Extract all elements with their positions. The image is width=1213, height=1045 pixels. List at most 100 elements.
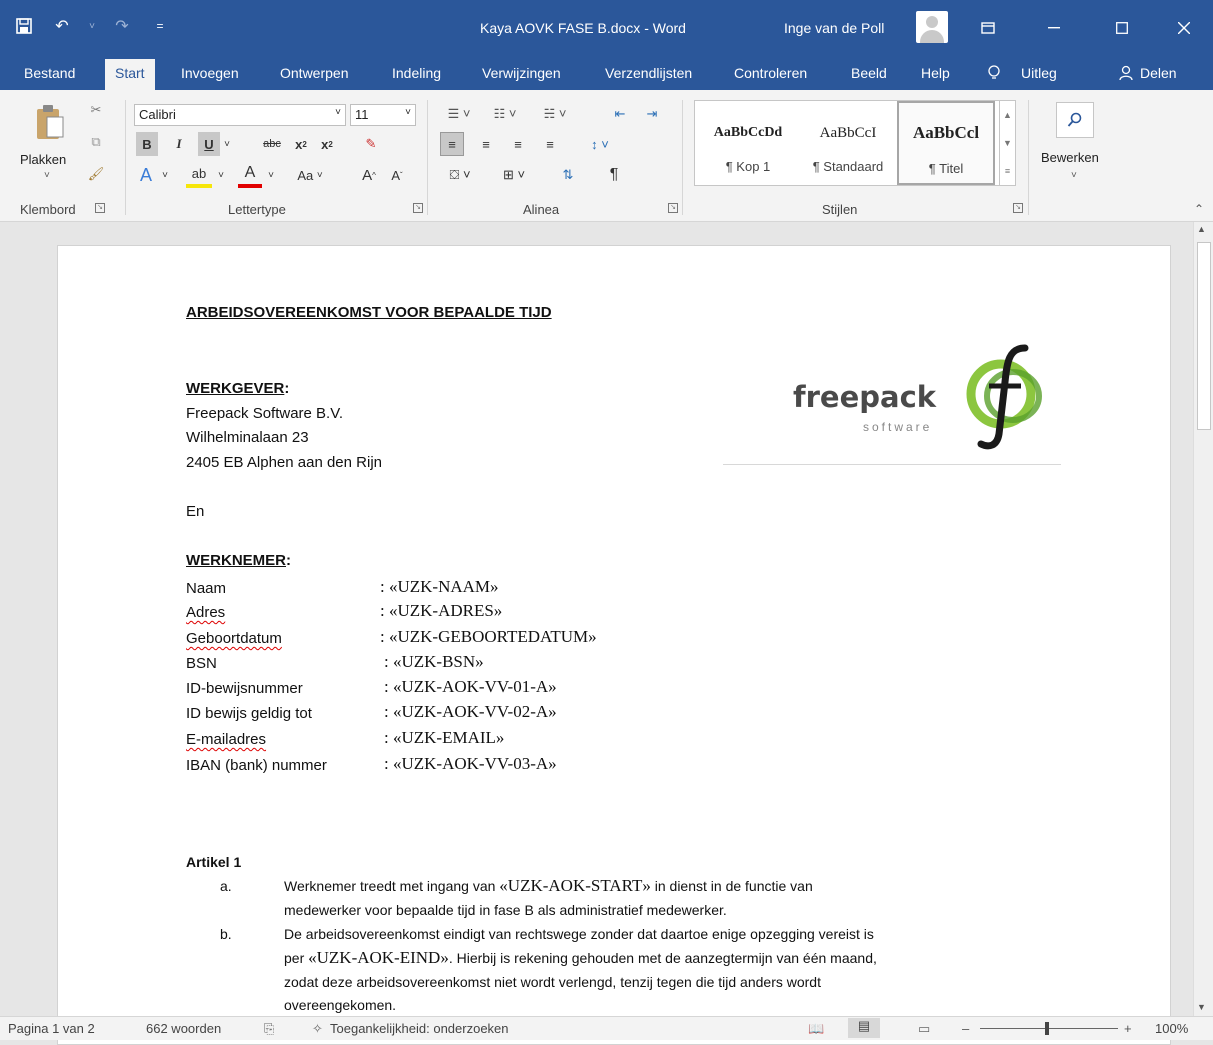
lightbulb-icon[interactable] <box>987 65 1001 84</box>
tab-indeling[interactable]: Indeling <box>392 65 441 81</box>
chevron-down-icon[interactable]: ˅ <box>222 132 232 156</box>
avatar[interactable] <box>916 11 948 43</box>
chevron-down-icon[interactable]: ˅ <box>1071 170 1077 181</box>
scroll-down-icon[interactable]: ▼ <box>1197 1002 1206 1012</box>
style-kop-1[interactable]: AaBbCcDd ¶ Kop 1 <box>699 101 797 185</box>
multilevel-list-icon[interactable]: ☵ ˅ <box>532 102 578 126</box>
line-spacing-icon[interactable]: ↕ ˅ <box>580 132 620 156</box>
italic-icon[interactable]: I <box>168 132 190 156</box>
cut-icon[interactable]: ✂ <box>86 100 106 120</box>
borders-icon[interactable]: ⊞ ˅ <box>494 162 534 188</box>
format-painter-icon[interactable]: 🖌 <box>86 164 106 184</box>
align-left-icon[interactable]: ≡ <box>440 132 464 156</box>
dialog-launcher-icon[interactable]: ↘ <box>413 203 423 213</box>
align-center-icon[interactable]: ≡ <box>474 132 498 156</box>
read-mode-icon[interactable]: 📖 <box>808 1021 824 1037</box>
style-standaard[interactable]: AaBbCcI ¶ Standaard <box>799 101 897 185</box>
tab-bestand[interactable]: Bestand <box>24 65 75 81</box>
styles-scroll[interactable]: ▲ ▼ ≡ <box>999 101 1015 185</box>
clear-formatting-icon[interactable]: ✎ <box>360 132 382 156</box>
tab-invoegen[interactable]: Invoegen <box>181 65 239 81</box>
bold-icon[interactable]: B <box>136 132 158 156</box>
tab-start[interactable]: Start <box>105 59 155 90</box>
article-text: per <box>284 950 309 966</box>
undo-icon[interactable]: ↶ <box>50 14 74 38</box>
underline-icon[interactable]: U <box>198 132 220 156</box>
shading-icon[interactable]: ⛋ ˅ <box>440 162 480 188</box>
web-layout-icon[interactable]: ▭ <box>918 1021 930 1037</box>
accessibility-icon[interactable]: ✧ <box>312 1021 323 1037</box>
chevron-down-icon[interactable]: ˅ <box>266 162 276 188</box>
grow-font-icon[interactable]: A ^ <box>358 162 380 188</box>
save-icon[interactable] <box>12 14 36 38</box>
tab-verwijzingen[interactable]: Verwijzingen <box>482 65 561 81</box>
font-size-input[interactable]: 11 ˅ <box>350 104 416 126</box>
tab-help[interactable]: Help <box>921 65 950 81</box>
employer-line: Freepack Software B.V. <box>186 405 344 422</box>
decrease-indent-icon[interactable]: ⇤ <box>608 102 632 126</box>
change-case-button[interactable]: Aa ˅ <box>292 162 328 188</box>
accessibility-status[interactable]: Toegankelijkheid: onderzoeken <box>330 1021 509 1036</box>
ribbon-display-icon[interactable] <box>966 10 1010 46</box>
word-count[interactable]: 662 woorden <box>146 1021 221 1036</box>
minimize-icon[interactable] <box>1032 10 1076 46</box>
tab-verzendlijsten[interactable]: Verzendlijsten <box>605 65 692 81</box>
logo-word: freepack <box>793 380 937 414</box>
tab-beeld[interactable]: Beeld <box>851 65 887 81</box>
tab-uitleg[interactable]: Uitleg <box>1021 65 1057 81</box>
user-name[interactable]: Inge van de Poll <box>784 20 884 36</box>
dialog-launcher-icon[interactable]: ↘ <box>1013 203 1023 213</box>
redo-icon[interactable]: ↷ <box>110 14 134 38</box>
vertical-scrollbar[interactable]: ▲ ▼ <box>1193 222 1213 1016</box>
zoom-in-icon[interactable]: + <box>1124 1021 1132 1036</box>
tab-controleren[interactable]: Controleren <box>734 65 807 81</box>
proofing-icon[interactable]: ⎘ <box>264 1021 274 1037</box>
font-color-icon[interactable]: A <box>238 162 262 188</box>
divider <box>1028 100 1029 215</box>
style-titel[interactable]: AaBbCcl ¶ Titel <box>897 101 995 185</box>
document-page[interactable]: ARBEIDSOVEREENKOMST VOOR BEPAALDE TIJD f… <box>57 245 1171 1045</box>
increase-indent-icon[interactable]: ⇥ <box>640 102 664 126</box>
maximize-icon[interactable] <box>1100 10 1144 46</box>
close-icon[interactable] <box>1162 10 1206 46</box>
scroll-up-icon[interactable]: ▲ <box>1197 224 1206 234</box>
paste-button[interactable]: Plakken <box>20 152 66 167</box>
share-icon[interactable] <box>1118 65 1134 84</box>
highlight-icon[interactable]: ab <box>186 162 212 188</box>
page-count[interactable]: Pagina 1 van 2 <box>8 1021 95 1036</box>
collapse-ribbon-icon[interactable]: ⌃ <box>1194 202 1204 216</box>
show-formatting-icon[interactable]: ¶ <box>602 162 626 188</box>
search-icon[interactable] <box>1056 102 1094 138</box>
zoom-slider[interactable] <box>980 1028 1118 1029</box>
justify-icon[interactable]: ≡ <box>538 132 562 156</box>
edit-button[interactable]: Bewerken <box>1041 150 1099 165</box>
dialog-launcher-icon[interactable]: ↘ <box>95 203 105 213</box>
scroll-thumb[interactable] <box>1197 242 1211 430</box>
chevron-down-icon[interactable]: ˅ <box>88 14 96 38</box>
superscript-icon[interactable]: x2 <box>316 132 338 156</box>
align-right-icon[interactable]: ≡ <box>506 132 530 156</box>
zoom-slider-thumb[interactable] <box>1045 1022 1049 1035</box>
chevron-down-icon[interactable]: ˅ <box>160 162 170 188</box>
numbering-icon[interactable]: ☷ ˅ <box>486 102 524 126</box>
employer-title: WERKGEVER <box>186 380 285 397</box>
customize-icon[interactable]: = <box>148 14 172 38</box>
sort-icon[interactable]: ⇅ <box>556 162 580 188</box>
chevron-down-icon[interactable]: ˅ <box>44 170 50 181</box>
copy-icon[interactable]: ⧉ <box>86 132 106 152</box>
zoom-out-icon[interactable]: – <box>962 1021 969 1036</box>
shrink-font-icon[interactable]: Aˇ <box>386 162 408 188</box>
font-name-input[interactable]: Calibri ˅ <box>134 104 346 126</box>
dialog-launcher-icon[interactable]: ↘ <box>668 203 678 213</box>
subscript-icon[interactable]: x2 <box>290 132 312 156</box>
ribbon-tabs: Bestand Start Invoegen Ontwerpen Indelin… <box>0 59 1213 90</box>
tab-ontwerpen[interactable]: Ontwerpen <box>280 65 348 81</box>
print-layout-icon[interactable]: ▤ <box>848 1018 880 1038</box>
bullets-icon[interactable]: ☰ ˅ <box>440 102 478 126</box>
strikethrough-icon[interactable]: abc <box>256 132 288 156</box>
zoom-level[interactable]: 100% <box>1155 1021 1188 1036</box>
share-button[interactable]: Delen <box>1140 65 1177 81</box>
chevron-down-icon[interactable]: ˅ <box>216 162 226 188</box>
text-effects-icon[interactable]: A <box>134 162 158 188</box>
paste-icon[interactable] <box>30 102 70 142</box>
